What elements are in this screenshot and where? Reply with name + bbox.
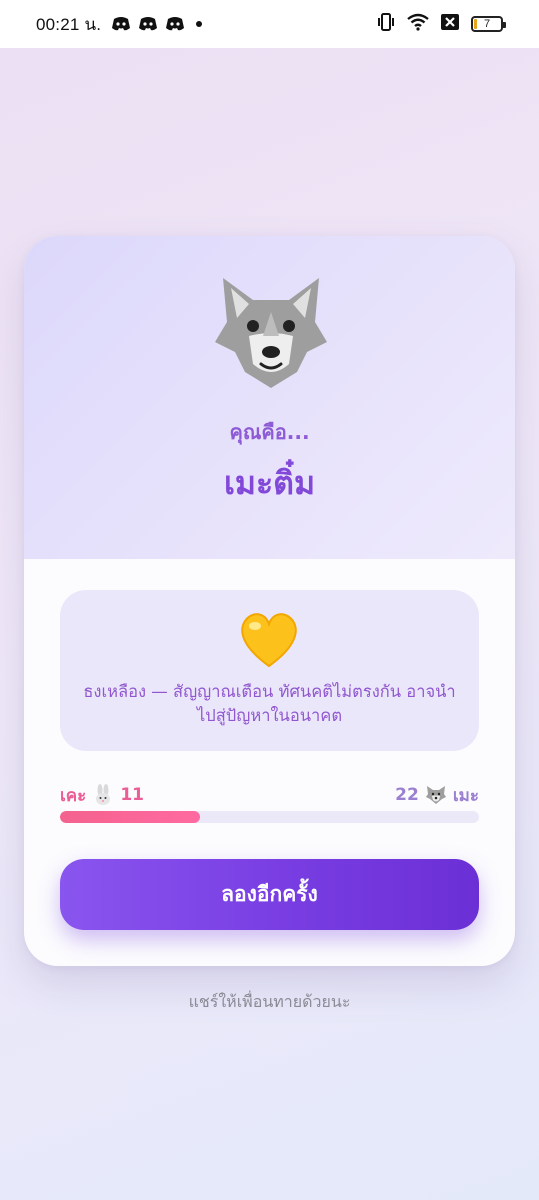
rabbit-icon xyxy=(92,784,114,806)
wolf-icon xyxy=(425,784,447,806)
result-header: คุณคือ... เมะติ๋ม xyxy=(24,236,515,559)
score-bar xyxy=(60,811,479,823)
yellow-heart-icon xyxy=(237,610,301,670)
score-left-label: เคะ xyxy=(60,785,87,806)
status-time: 00:21 น. xyxy=(36,14,102,34)
score-left: เคะ 11 xyxy=(60,782,144,809)
score-left-value: 11 xyxy=(120,785,144,805)
discord-icon xyxy=(165,16,185,32)
retry-button[interactable]: ลองอีกครั้ง xyxy=(60,859,479,930)
share-hint: แชร์ให้เพื่อนทายด้วยนะ xyxy=(188,992,351,1011)
wifi-icon xyxy=(407,13,429,36)
discord-icon xyxy=(111,16,131,32)
result-card: คุณคือ... เมะติ๋ม ธงเหลือง — สัญญาณเตือน… xyxy=(24,236,515,966)
result-intro: คุณคือ... xyxy=(229,420,310,444)
wolf-icon xyxy=(209,272,333,392)
dot-icon xyxy=(196,21,203,27)
score-row: เคะ 11 22 เมะ xyxy=(60,782,479,808)
score-right-label: เมะ xyxy=(452,785,479,806)
status-bar: 00:21 น. 7 xyxy=(0,0,539,48)
battery-level: 7 xyxy=(483,18,491,30)
flag-panel: ธงเหลือง — สัญญาณเตือน ทัศนคติไม่ตรงกัน … xyxy=(60,590,479,751)
flag-description: ธงเหลือง — สัญญาณเตือน ทัศนคติไม่ตรงกัน … xyxy=(83,682,456,725)
score-bar-fill xyxy=(60,811,200,823)
data-off-icon xyxy=(441,13,459,35)
discord-icon xyxy=(138,16,158,32)
score-right-value: 22 xyxy=(395,785,419,805)
vibrate-icon xyxy=(377,12,395,36)
score-right: 22 เมะ xyxy=(395,782,479,809)
result-title: เมะติ๋ม xyxy=(223,464,316,502)
battery-icon: 7 xyxy=(471,16,506,32)
